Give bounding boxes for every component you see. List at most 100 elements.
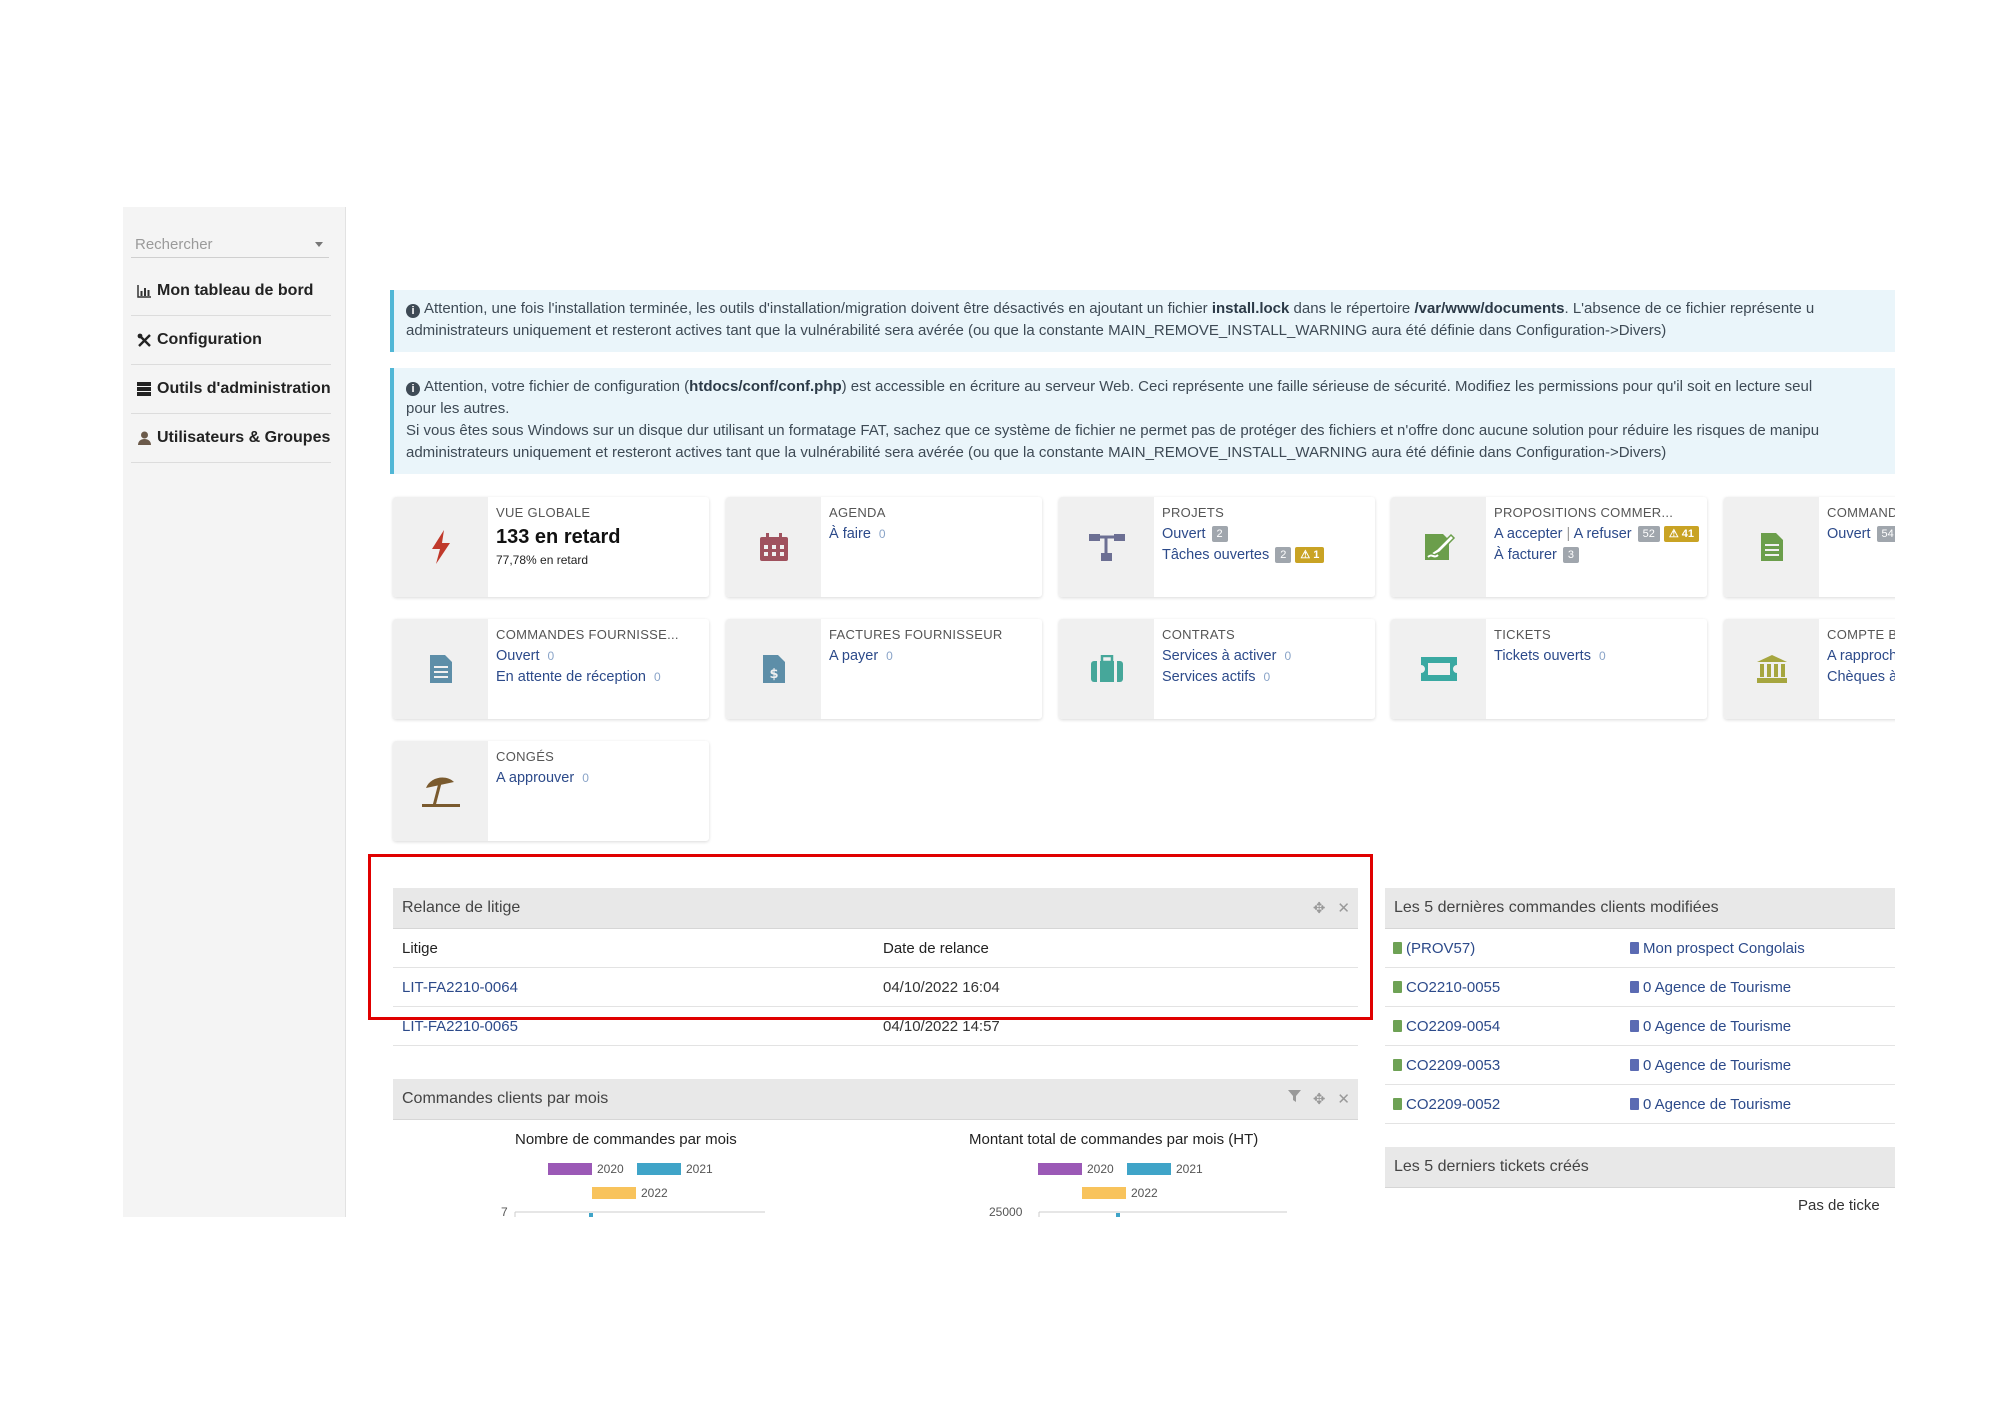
tile-title: PROJETS [1162, 505, 1225, 520]
building-icon [1630, 980, 1639, 993]
notice-file: install.lock [1211, 300, 1290, 317]
count-badge: 54 [1876, 526, 1895, 542]
sidebar-item-label: Configuration [157, 331, 262, 348]
bar-2021 [589, 1213, 593, 1217]
panel-title: Les 5 dernières commandes clients modifi… [1394, 899, 1719, 916]
customer-link[interactable]: 0 Agence de Tourisme [1630, 1096, 1791, 1113]
customer-name: Mon prospect Congolais [1643, 939, 1805, 957]
count: 0 [1284, 649, 1292, 663]
link-label: A payer [829, 648, 879, 664]
tile-agenda[interactable]: AGENDA À faire 0 [726, 497, 1042, 597]
tile-bank-account[interactable]: COMPTE BA A rapproche Chèques à c [1724, 619, 1895, 719]
bolt-icon [393, 497, 488, 597]
open-tickets-link[interactable]: Tickets ouverts 0 [1494, 648, 1703, 669]
notice-text: pour les autres. [406, 400, 510, 417]
highlight-box [368, 854, 1373, 1020]
customer-link[interactable]: Mon prospect Congolais [1630, 940, 1805, 957]
tile-contracts[interactable]: CONTRATS Services à activer 0 Services ac… [1059, 619, 1375, 719]
sidebar-item-dashboard[interactable]: Mon tableau de bord [131, 267, 331, 316]
order-link[interactable]: CO2209-0053 [1393, 1057, 1500, 1074]
link-label: Ouvert [1162, 526, 1206, 542]
customer-name: 0 Agence de Tourisme [1643, 1056, 1792, 1074]
late-count: 41 [1681, 528, 1695, 540]
sidebar-item-users-groups[interactable]: Utilisateurs & Groupes [131, 414, 331, 463]
customer-link[interactable]: 0 Agence de Tourisme [1630, 1018, 1791, 1035]
chart-icon [135, 284, 153, 298]
reminder-date: 04/10/2022 14:57 [883, 1017, 1000, 1035]
tile-title: CONGÉS [496, 749, 555, 764]
customer-link[interactable]: 0 Agence de Tourisme [1630, 1057, 1791, 1074]
info-icon: i [406, 382, 420, 396]
order-link[interactable]: CO2210-0055 [1393, 979, 1500, 996]
supplier-orders-open-link[interactable]: Ouvert 0 [496, 648, 705, 669]
agenda-todo-link[interactable]: À faire 0 [829, 526, 1038, 547]
list-item: CO2209-0054 0 Agence de Tourisme [1385, 1007, 1895, 1046]
to-accept-link[interactable]: A accepter [1494, 526, 1563, 542]
recent-tickets-panel: Les 5 derniers tickets créés Pas de tick… [1385, 1147, 1895, 1214]
tile-supplier-orders[interactable]: COMMANDES FOURNISSE... Ouvert 0 En attent… [393, 619, 709, 719]
link-label: Tâches ouvertes [1162, 547, 1270, 563]
projects-tasks-link[interactable]: Tâches ouvertes 2 ⚠ 1 [1162, 547, 1371, 568]
services-to-activate-link[interactable]: Services à activer 0 [1162, 648, 1371, 669]
tile-orders[interactable]: COMMANDE Ouvert 54 [1724, 497, 1895, 597]
chart-axes [514, 1211, 1287, 1217]
tile-global-view[interactable]: VUE GLOBALE 133 en retard 77,78% en reta… [393, 497, 709, 597]
order-link[interactable]: CO2209-0054 [1393, 1018, 1500, 1035]
document-icon [393, 619, 488, 719]
late-badge: ⚠ 1 [1295, 547, 1325, 563]
order-icon [1393, 1097, 1402, 1110]
sitemap-icon [1059, 497, 1154, 597]
to-approve-link[interactable]: A approuver 0 [496, 770, 705, 791]
awaiting-reception-link[interactable]: En attente de réception 0 [496, 669, 705, 690]
sidebar: Rechercher Mon tableau de bord Configura… [123, 207, 346, 1217]
search-select[interactable]: Rechercher [131, 229, 329, 258]
panel-title: Les 5 derniers tickets créés [1394, 1158, 1589, 1175]
tile-projects[interactable]: PROJETS Ouvert 2 Tâches ouvertes 2 ⚠ 1 [1059, 497, 1375, 597]
tile-proposals[interactable]: PROPOSITIONS COMMER... A accepter | A re… [1391, 497, 1707, 597]
cheques-link[interactable]: Chèques à c [1827, 669, 1895, 690]
to-refuse-link[interactable]: A refuser [1574, 526, 1632, 542]
sidebar-item-label: Outils d'administration [157, 380, 331, 397]
tile-tickets[interactable]: TICKETS Tickets ouverts 0 [1391, 619, 1707, 719]
to-invoice-link[interactable]: À facturer 3 [1494, 547, 1703, 568]
sidebar-item-admin-tools[interactable]: Outils d'administration [131, 365, 331, 414]
tile-leave[interactable]: CONGÉS A approuver 0 [393, 741, 709, 841]
customer-link[interactable]: 0 Agence de Tourisme [1630, 979, 1791, 996]
count: 0 [886, 649, 893, 663]
tile-supplier-invoices[interactable]: $ FACTURES FOURNISSEUR A payer 0 [726, 619, 1042, 719]
order-icon [1393, 980, 1402, 993]
building-icon [1630, 941, 1639, 954]
to-reconcile-link[interactable]: A rapproche [1827, 648, 1895, 669]
notice-text: Si vous êtes sous Windows sur un disque … [406, 422, 1820, 439]
customer-name: 0 Agence de Tourisme [1643, 1017, 1792, 1035]
to-pay-link[interactable]: A payer 0 [829, 648, 1038, 669]
separator: | [1566, 526, 1571, 542]
link-label: Services actifs [1162, 669, 1256, 685]
services-active-link[interactable]: Services actifs 0 [1162, 669, 1371, 690]
notice-text: Attention, votre fichier de configuratio… [424, 378, 690, 395]
count: 0 [653, 670, 661, 684]
dispute-link[interactable]: LIT-FA2210-0065 [402, 1018, 518, 1035]
building-icon [1630, 1058, 1639, 1071]
tile-title: FACTURES FOURNISSEUR [829, 627, 1003, 642]
calendar-icon [726, 497, 821, 597]
tile-title: COMPTE BA [1827, 627, 1895, 642]
search-placeholder: Rechercher [135, 236, 213, 253]
list-item: CO2209-0053 0 Agence de Tourisme [1385, 1046, 1895, 1085]
svg-text:$: $ [769, 667, 778, 682]
caret-down-icon [315, 242, 323, 247]
link-label: Ouvert [496, 648, 540, 664]
order-icon [1393, 941, 1402, 954]
order-link[interactable]: CO2209-0052 [1393, 1096, 1500, 1113]
link-label: En attente de réception [496, 669, 646, 685]
tile-title: COMMANDE [1827, 505, 1895, 520]
sidebar-item-configuration[interactable]: Configuration [131, 316, 331, 365]
bar-2021 [1116, 1213, 1120, 1217]
order-link[interactable]: (PROV57) [1393, 940, 1475, 957]
empty-message: Pas de ticke [1798, 1197, 1880, 1214]
order-ref: CO2209-0054 [1406, 1017, 1501, 1035]
orders-open-link[interactable]: Ouvert 54 [1827, 526, 1895, 547]
projects-open-link[interactable]: Ouvert 2 [1162, 526, 1371, 547]
building-icon [1630, 1019, 1639, 1032]
order-icon [1393, 1019, 1402, 1032]
